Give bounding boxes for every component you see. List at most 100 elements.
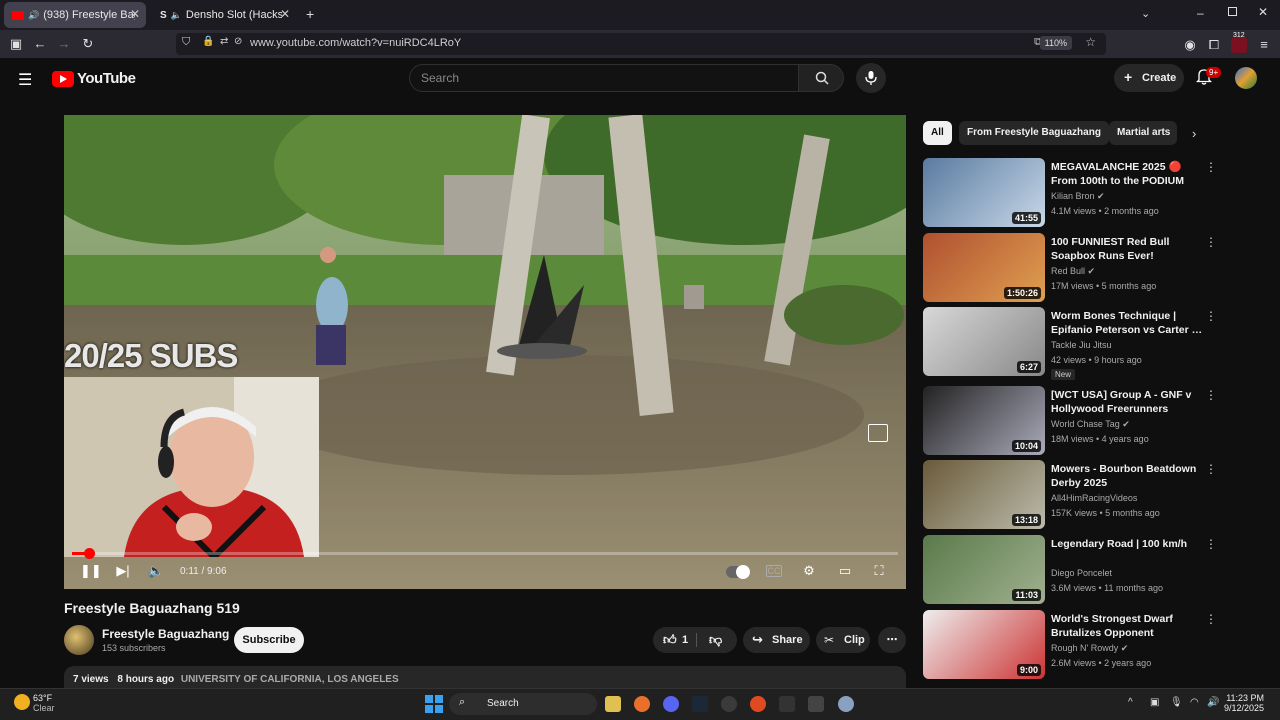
close-tab-icon[interactable]: ✕ [130, 7, 140, 21]
file-explorer-icon[interactable] [605, 696, 621, 712]
windows-start-icon[interactable] [425, 695, 443, 713]
recommendation-title[interactable]: Mowers - Bourbon Beatdown Derby 2025 [1051, 462, 1203, 490]
chip-martial-arts[interactable]: Martial arts [1109, 121, 1177, 145]
more-options-icon[interactable]: ⋮ [1205, 537, 1217, 551]
address-bar[interactable]: ⛉ 🔒 ⇄ ⊘ www.youtube.com/watch?v=nuiRDC4L… [176, 33, 1106, 55]
firefox-icon[interactable] [634, 696, 650, 712]
lock-icon[interactable]: 🔒 [202, 36, 214, 47]
speaker-icon[interactable]: 🔊 [28, 10, 39, 21]
more-options-icon[interactable]: ⋮ [1205, 462, 1217, 476]
tray-chevron-up-icon[interactable]: ^ [1128, 697, 1133, 708]
fullscreen-icon[interactable]: ⛶ [870, 563, 888, 579]
new-tab-plus-icon[interactable]: + [306, 6, 314, 22]
taskbar-clock[interactable]: 11:23 PM 9/12/2025 [1224, 693, 1264, 713]
menu-hamburger-icon[interactable]: ≡ [1256, 37, 1272, 53]
recommendation-channel[interactable]: All4HimRacingVideos [1051, 493, 1137, 503]
chip-from-channel[interactable]: From Freestyle Baguazhang [959, 121, 1109, 145]
tray-microphone-icon[interactable]: 🎙 [1170, 697, 1183, 708]
tab-densho-slot[interactable]: S 🔈 Densho Slot (Hacksaw Gam ✕ [152, 2, 296, 28]
video-thumbnail[interactable]: 1:50:26 [923, 233, 1045, 302]
forward-arrow-icon[interactable]: → [56, 36, 72, 52]
video-thumbnail[interactable]: 10:04 [923, 386, 1045, 455]
autoplay-toggle[interactable] [726, 565, 750, 579]
more-options-icon[interactable]: ⋮ [1205, 309, 1217, 323]
sidebar-icon[interactable]: ▣ [8, 36, 24, 52]
autoplay-blocked-icon[interactable]: ⊘ [234, 36, 242, 47]
more-options-icon[interactable]: ⋮ [1205, 235, 1217, 249]
captions-icon[interactable]: CC [766, 565, 782, 577]
recommendation-title[interactable]: [WCT USA] Group A - GNF v Hollywood Free… [1051, 388, 1203, 416]
settings-app-icon[interactable] [838, 696, 854, 712]
epic-games-icon[interactable] [779, 696, 795, 712]
speaker-muted-icon[interactable]: 🔈 [171, 10, 182, 21]
recommendation-channel[interactable]: Tackle Jiu Jitsu [1051, 340, 1112, 350]
youtube-logo[interactable]: YouTube [52, 70, 136, 87]
recommendation-title[interactable]: World's Strongest Dwarf Brutalizes Oppon… [1051, 612, 1203, 640]
dislike-thumb-icon[interactable]: 👎︎ [709, 627, 722, 653]
recommendation-title[interactable]: 100 FUNNIEST Red Bull Soapbox Runs Ever! [1051, 235, 1203, 263]
zoom-level[interactable]: 110% [1039, 36, 1072, 50]
recommendation-item[interactable]: 9:00 World's Strongest Dwarf Brutalizes O… [923, 610, 1223, 682]
recommendation-title[interactable]: Legendary Road | 100 km/h [1051, 537, 1203, 551]
volume-icon[interactable]: 🔈 [147, 563, 165, 579]
back-arrow-icon[interactable]: ← [32, 36, 48, 52]
more-options-icon[interactable]: ⋮ [1205, 612, 1217, 626]
recommendation-channel[interactable]: Diego Poncelet [1051, 568, 1112, 578]
volume-tray-icon[interactable]: 🔊 [1207, 697, 1219, 708]
chip-all[interactable]: All [923, 121, 952, 145]
subscribe-button[interactable]: Subscribe [234, 627, 304, 653]
weather-widget[interactable]: 63°F Clear [33, 693, 55, 713]
progress-scrubber-handle[interactable] [84, 548, 95, 559]
more-options-icon[interactable]: ⋮ [1205, 160, 1217, 174]
recommendation-item[interactable]: 6:27 Worm Bones Technique | Epifanio Pete… [923, 307, 1223, 380]
tab-freestyle-baguazhang[interactable]: 🔊 (938) Freestyle Baguazhang 5 ✕ [4, 2, 146, 28]
more-actions-icon[interactable]: ⋯ [878, 627, 906, 653]
video-thumbnail[interactable]: 13:18 [923, 460, 1045, 529]
create-button[interactable]: + Create [1114, 64, 1184, 92]
channel-name[interactable]: Freestyle Baguazhang [102, 627, 229, 641]
obs-icon[interactable] [721, 696, 737, 712]
recommendation-item[interactable]: 11:03 Legendary Road | 100 km/h Diego Ponc… [923, 535, 1223, 607]
minimize-icon[interactable]: – [1197, 6, 1204, 20]
expand-overlay-icon[interactable] [868, 424, 888, 442]
chips-next-chevron-icon[interactable]: › [1192, 126, 1196, 141]
video-progress-bar[interactable] [72, 552, 898, 555]
discord-icon[interactable] [663, 696, 679, 712]
recommendation-item[interactable]: 41:55 MEGAVALANCHE 2025 🔴 From 100th to t… [923, 158, 1223, 230]
close-tab-icon[interactable]: ✕ [280, 7, 290, 21]
share-button[interactable]: ↪ Share [743, 627, 810, 653]
next-video-icon[interactable]: ▶| [114, 563, 132, 579]
channel-avatar[interactable] [64, 625, 94, 655]
reload-icon[interactable]: ↻ [80, 36, 96, 52]
close-window-icon[interactable]: ✕ [1258, 5, 1268, 19]
tracking-shield-icon[interactable]: ⛉ [182, 36, 190, 49]
maximize-icon[interactable] [1228, 7, 1237, 16]
like-thumb-icon[interactable]: 👍︎ [663, 627, 677, 653]
permissions-icon[interactable]: ⇄ [220, 36, 228, 47]
tab-list-chevron-down-icon[interactable]: ⌄ [1141, 7, 1150, 20]
wifi-icon[interactable]: ◠ [1190, 697, 1199, 708]
recommendation-title[interactable]: Worm Bones Technique | Epifanio Peterson… [1051, 309, 1203, 337]
extension-addon-icon[interactable] [1231, 37, 1247, 53]
account-icon[interactable]: ◉ [1182, 37, 1198, 53]
user-avatar[interactable] [1235, 67, 1257, 89]
weather-moon-icon[interactable] [14, 694, 30, 710]
recommendation-title[interactable]: MEGAVALANCHE 2025 🔴 From 100th to the PO… [1051, 160, 1203, 188]
pause-icon[interactable]: ❚❚ [80, 563, 102, 579]
recommendation-channel[interactable]: Kilian Bron ✔ [1051, 191, 1105, 202]
video-player[interactable]: 20/25 SUBS [64, 115, 906, 589]
tray-app-icon[interactable]: ▣ [1150, 697, 1159, 708]
more-options-icon[interactable]: ⋮ [1205, 388, 1217, 402]
video-thumbnail[interactable]: 6:27 [923, 307, 1045, 376]
app-icon[interactable] [750, 696, 766, 712]
extensions-icon[interactable]: ⧠ [1206, 37, 1222, 53]
search-button[interactable] [798, 64, 844, 92]
settings-gear-icon[interactable]: ⚙ [800, 563, 818, 579]
bookmark-star-icon[interactable]: ☆ [1085, 35, 1096, 49]
recommendation-item[interactable]: 1:50:26 100 FUNNIEST Red Bull Soapbox Run… [923, 233, 1223, 305]
taskbar-search[interactable]: ⌕ Search [449, 693, 597, 715]
steam-icon[interactable] [692, 696, 708, 712]
app-x-icon[interactable] [808, 696, 824, 712]
clip-button[interactable]: ✂ Clip [816, 627, 870, 653]
recommendation-channel[interactable]: Rough N' Rowdy ✔ [1051, 643, 1128, 654]
